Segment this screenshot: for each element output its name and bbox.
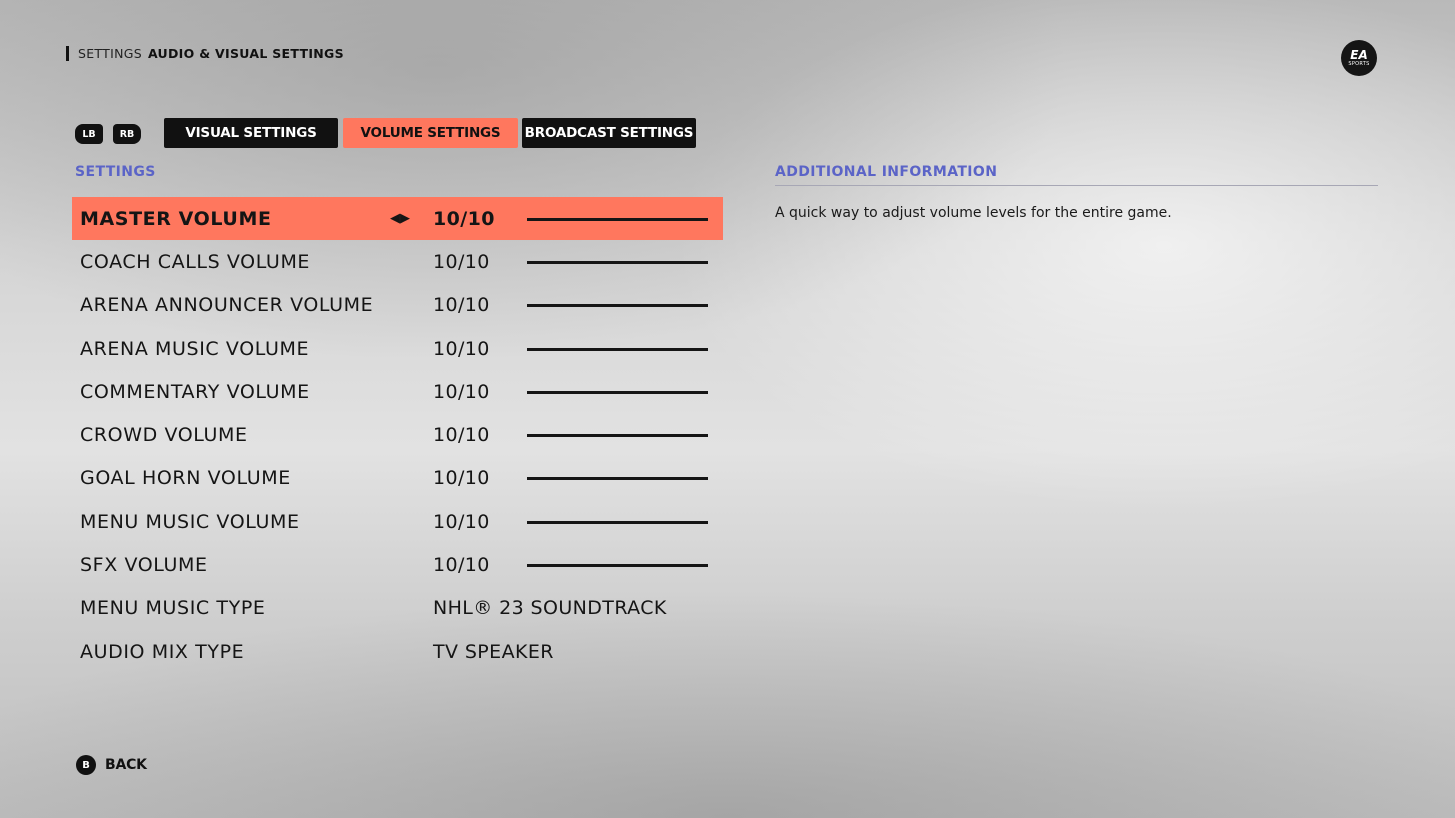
setting-label: MENU MUSIC VOLUME [80, 510, 300, 533]
setting-value: 10/10 [433, 207, 495, 230]
tab-volume-settings[interactable]: VOLUME SETTINGS [343, 118, 518, 148]
volume-slider[interactable] [527, 217, 708, 221]
volume-slider[interactable] [527, 520, 708, 524]
setting-label: SFX VOLUME [80, 554, 208, 577]
setting-value: 10/10 [433, 294, 490, 317]
setting-value: 10/10 [433, 510, 490, 533]
additional-info-header: ADDITIONAL INFORMATION [775, 164, 998, 180]
setting-row[interactable]: MASTER VOLUME ◀▶ 10/10 [72, 197, 723, 241]
setting-value: 10/10 [433, 424, 490, 447]
setting-row[interactable]: AUDIO MIX TYPE TV SPEAKER [72, 630, 723, 673]
setting-row[interactable]: CROWD VOLUME 10/10 [72, 413, 723, 456]
breadcrumb-current: AUDIO & VISUAL SETTINGS [147, 46, 344, 61]
left-right-arrows-icon[interactable]: ◀▶ [390, 211, 410, 226]
volume-slider[interactable] [527, 390, 708, 394]
setting-value: 10/10 [433, 250, 490, 273]
setting-label: MENU MUSIC TYPE [80, 597, 266, 620]
setting-value: 10/10 [433, 467, 490, 490]
tab-broadcast-settings[interactable]: BROADCAST SETTINGS [522, 118, 696, 148]
setting-row[interactable]: MENU MUSIC TYPE NHL® 23 SOUNDTRACK [72, 587, 723, 630]
back-button[interactable]: B BACK [76, 755, 147, 775]
setting-row[interactable]: MENU MUSIC VOLUME 10/10 [72, 500, 723, 543]
back-label: BACK [105, 757, 147, 773]
setting-value: 10/10 [433, 380, 490, 403]
settings-list: MASTER VOLUME ◀▶ 10/10 COACH CALLS VOLUME 10… [72, 197, 723, 673]
volume-slider[interactable] [527, 477, 708, 481]
volume-slider[interactable] [527, 260, 708, 264]
volume-slider[interactable] [527, 564, 708, 568]
setting-value: 10/10 [433, 554, 490, 577]
setting-row[interactable]: ARENA ANNOUNCER VOLUME 10/10 [72, 284, 723, 327]
info-divider [775, 185, 1378, 186]
setting-row[interactable]: COACH CALLS VOLUME 10/10 [72, 240, 723, 283]
tab-visual-settings[interactable]: VISUAL SETTINGS [164, 118, 338, 148]
logo-main-text: EA [1350, 47, 1368, 62]
ea-sports-logo: EA SPORTS [1341, 40, 1377, 76]
setting-row[interactable]: ARENA MUSIC VOLUME 10/10 [72, 327, 723, 370]
setting-label: GOAL HORN VOLUME [80, 467, 291, 490]
additional-info-text: A quick way to adjust volume levels for … [775, 205, 1172, 221]
setting-value: 10/10 [433, 337, 490, 360]
setting-label: COMMENTARY VOLUME [80, 380, 310, 403]
breadcrumb-root: SETTINGS [78, 46, 142, 61]
setting-label: CROWD VOLUME [80, 424, 248, 447]
rb-bumper-icon[interactable]: RB [113, 124, 141, 144]
setting-row[interactable]: COMMENTARY VOLUME 10/10 [72, 370, 723, 413]
lb-bumper-icon[interactable]: LB [75, 124, 103, 144]
volume-slider[interactable] [527, 434, 708, 438]
setting-value: NHL® 23 SOUNDTRACK [433, 597, 667, 620]
setting-label: MASTER VOLUME [80, 207, 272, 230]
volume-slider[interactable] [527, 347, 708, 351]
setting-label: COACH CALLS VOLUME [80, 250, 311, 273]
breadcrumb: SETTINGS AUDIO & VISUAL SETTINGS [66, 46, 344, 61]
setting-row[interactable]: SFX VOLUME 10/10 [72, 543, 723, 586]
volume-slider[interactable] [527, 304, 708, 308]
setting-row[interactable]: GOAL HORN VOLUME 10/10 [72, 457, 723, 500]
breadcrumb-marker [66, 46, 69, 61]
setting-label: AUDIO MIX TYPE [80, 640, 245, 663]
b-button-icon: B [76, 755, 96, 775]
setting-label: ARENA ANNOUNCER VOLUME [80, 294, 374, 317]
setting-label: ARENA MUSIC VOLUME [80, 337, 310, 360]
logo-sub-text: SPORTS [1348, 60, 1370, 67]
setting-value: TV SPEAKER [433, 640, 554, 663]
settings-header: SETTINGS [75, 164, 156, 180]
